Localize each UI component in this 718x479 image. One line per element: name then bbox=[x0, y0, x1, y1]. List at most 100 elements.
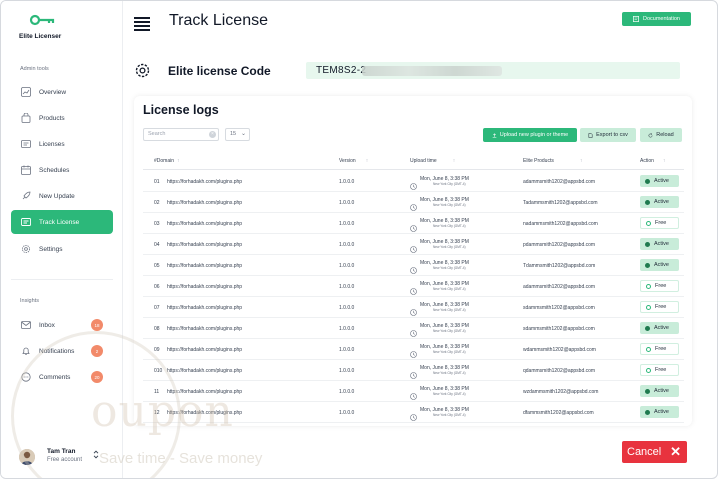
table-row[interactable]: 08 https://forhadakh.com/plugins.php 1.0.0… bbox=[143, 318, 684, 339]
row-product-email: Tadammsmith1202@appsbd.com bbox=[523, 200, 598, 206]
sidebar-item-label: New Update bbox=[39, 192, 75, 200]
status-toggle-button[interactable]: Active bbox=[640, 259, 679, 271]
status-dot-icon bbox=[645, 409, 650, 415]
row-timezone: New York City (GMT-4) bbox=[433, 266, 466, 270]
row-version: 1.0.0.0 bbox=[339, 179, 355, 185]
status-label: Active bbox=[654, 409, 669, 415]
row-version: 1.0.0.0 bbox=[339, 200, 355, 206]
status-toggle-button[interactable]: Free bbox=[640, 280, 679, 292]
sidebar-item-licenses[interactable]: Licenses bbox=[11, 132, 113, 156]
row-version: 1.0.0.0 bbox=[339, 242, 355, 248]
row-domain-link[interactable]: https://forhadakh.com/plugins.php bbox=[167, 179, 242, 185]
status-toggle-button[interactable]: Active bbox=[640, 406, 679, 418]
status-toggle-button[interactable]: Free bbox=[640, 364, 679, 376]
row-domain-link[interactable]: https://forhadakh.com/plugins.php bbox=[167, 347, 242, 353]
menu-icon[interactable] bbox=[134, 17, 150, 31]
clock-icon bbox=[410, 345, 417, 358]
status-dot-icon bbox=[646, 367, 651, 373]
row-domain-link[interactable]: https://forhadakh.com/plugins.php bbox=[167, 305, 242, 311]
table-row[interactable]: 05 https://forhadakh.com/plugins.php 1.0.0… bbox=[143, 255, 684, 276]
reload-label: Reload bbox=[656, 132, 674, 138]
sidebar-item-settings[interactable]: Settings bbox=[11, 237, 113, 261]
status-toggle-button[interactable]: Active bbox=[640, 175, 679, 187]
column-domain[interactable]: #Domain ↑ bbox=[154, 158, 180, 164]
column-version[interactable]: Version ↑ bbox=[339, 158, 368, 164]
status-toggle-button[interactable]: Active bbox=[640, 385, 679, 397]
status-dot-icon bbox=[645, 388, 650, 394]
status-label: Free bbox=[655, 220, 667, 226]
clock-icon bbox=[410, 261, 417, 274]
search-placeholder: Search bbox=[148, 131, 166, 137]
row-domain-link[interactable]: https://forhadakh.com/plugins.php bbox=[167, 221, 242, 227]
row-product-email: adammsmith1202@appsbd.com bbox=[523, 284, 596, 290]
license-icon bbox=[20, 138, 32, 150]
page-title: Track License bbox=[169, 12, 268, 29]
status-toggle-button[interactable]: Active bbox=[640, 322, 679, 334]
row-domain-link[interactable]: https://forhadakh.com/plugins.php bbox=[167, 242, 242, 248]
sidebar-item-products[interactable]: Products bbox=[11, 106, 113, 130]
row-number: 05 bbox=[154, 263, 160, 269]
table-row[interactable]: 03 https://forhadakh.com/plugins.php 1.0.0… bbox=[143, 213, 684, 234]
cancel-button[interactable]: Cancel ✕ bbox=[622, 441, 687, 463]
status-label: Free bbox=[655, 283, 667, 289]
clock-icon bbox=[410, 282, 417, 295]
sidebar-item-label: Licenses bbox=[39, 140, 65, 148]
status-toggle-button[interactable]: Free bbox=[640, 217, 679, 229]
table-row[interactable]: 01 https://forhadakh.com/plugins.php 1.0.0… bbox=[143, 171, 684, 192]
cancel-label: Cancel bbox=[627, 446, 662, 458]
license-code-field[interactable]: TEM8S2-2 bbox=[306, 62, 680, 79]
status-toggle-button[interactable]: Active bbox=[640, 238, 679, 250]
row-number: 07 bbox=[154, 305, 160, 311]
row-product-email: Tdammsmith1202@appsbd.com bbox=[523, 263, 596, 269]
table-row[interactable]: 06 https://forhadakh.com/plugins.php 1.0.0… bbox=[143, 276, 684, 297]
per-page-select[interactable]: 15 ⌄ bbox=[225, 128, 250, 141]
column-action[interactable]: Action ↑ bbox=[640, 158, 665, 164]
row-domain-link[interactable]: https://forhadakh.com/plugins.php bbox=[167, 326, 242, 332]
row-domain-link[interactable]: https://forhadakh.com/plugins.php bbox=[167, 284, 242, 290]
table-row[interactable]: 02 https://forhadakh.com/plugins.php 1.0.0… bbox=[143, 192, 684, 213]
clock-icon bbox=[410, 198, 417, 211]
status-label: Active bbox=[654, 199, 669, 205]
documentation-button[interactable]: Documentation bbox=[622, 12, 691, 26]
gear-icon bbox=[20, 243, 32, 255]
row-timezone: New York City (GMT-4) bbox=[433, 287, 466, 291]
row-version: 1.0.0.0 bbox=[339, 263, 355, 269]
card-title: License logs bbox=[143, 103, 219, 117]
sidebar-item-overview[interactable]: Overview bbox=[11, 80, 113, 104]
sidebar-item-schedules[interactable]: Schedules bbox=[11, 158, 113, 182]
reload-button[interactable]: Reload bbox=[640, 128, 682, 142]
row-timezone: New York City (GMT-4) bbox=[433, 245, 466, 249]
status-toggle-button[interactable]: Active bbox=[640, 196, 679, 208]
rocket-icon bbox=[20, 190, 32, 202]
sidebar-item-label: Overview bbox=[39, 88, 67, 96]
file-icon bbox=[588, 132, 593, 138]
table-row[interactable]: 07 https://forhadakh.com/plugins.php 1.0.0… bbox=[143, 297, 684, 318]
clock-icon bbox=[410, 219, 417, 232]
upload-plugin-button[interactable]: Upload new plugin or theme bbox=[483, 128, 577, 142]
export-csv-button[interactable]: Export to csv bbox=[580, 128, 636, 142]
row-domain-link[interactable]: https://forhadakh.com/plugins.php bbox=[167, 263, 242, 269]
status-toggle-button[interactable]: Free bbox=[640, 343, 679, 355]
status-dot-icon bbox=[645, 325, 650, 331]
column-upload-time[interactable]: Upload time ↑ bbox=[410, 158, 455, 164]
row-timezone: New York City (GMT-4) bbox=[433, 350, 466, 354]
row-product-email: sdammsmith1202@appsbd.com bbox=[523, 305, 595, 311]
status-dot-icon bbox=[646, 304, 651, 310]
sidebar-item-track-license[interactable]: Track License bbox=[11, 210, 113, 234]
row-domain-link[interactable]: https://forhadakh.com/plugins.php bbox=[167, 200, 242, 206]
table-row[interactable]: 09 https://forhadakh.com/plugins.php 1.0.0… bbox=[143, 339, 684, 360]
upload-label: Upload new plugin or theme bbox=[499, 132, 569, 138]
status-toggle-button[interactable]: Free bbox=[640, 301, 679, 313]
row-number: 09 bbox=[154, 347, 160, 353]
status-label: Active bbox=[654, 325, 669, 331]
row-version: 1.0.0.0 bbox=[339, 368, 355, 374]
table-row[interactable]: 04 https://forhadakh.com/plugins.php 1.0.0… bbox=[143, 234, 684, 255]
search-input[interactable]: Search × bbox=[143, 128, 219, 141]
brand[interactable]: Elite Licenser bbox=[19, 13, 79, 43]
row-timezone: New York City (GMT-4) bbox=[433, 308, 466, 312]
table-row[interactable]: 010 https://forhadakh.com/plugins.php 1.0.… bbox=[143, 360, 684, 381]
sidebar-item-new-update[interactable]: New Update bbox=[11, 184, 113, 208]
clear-search-icon[interactable]: × bbox=[209, 131, 216, 138]
column-elite-products[interactable]: Elite Products ↑ bbox=[523, 158, 582, 164]
row-domain-link[interactable]: https://forhadakh.com/plugins.php bbox=[167, 368, 242, 374]
